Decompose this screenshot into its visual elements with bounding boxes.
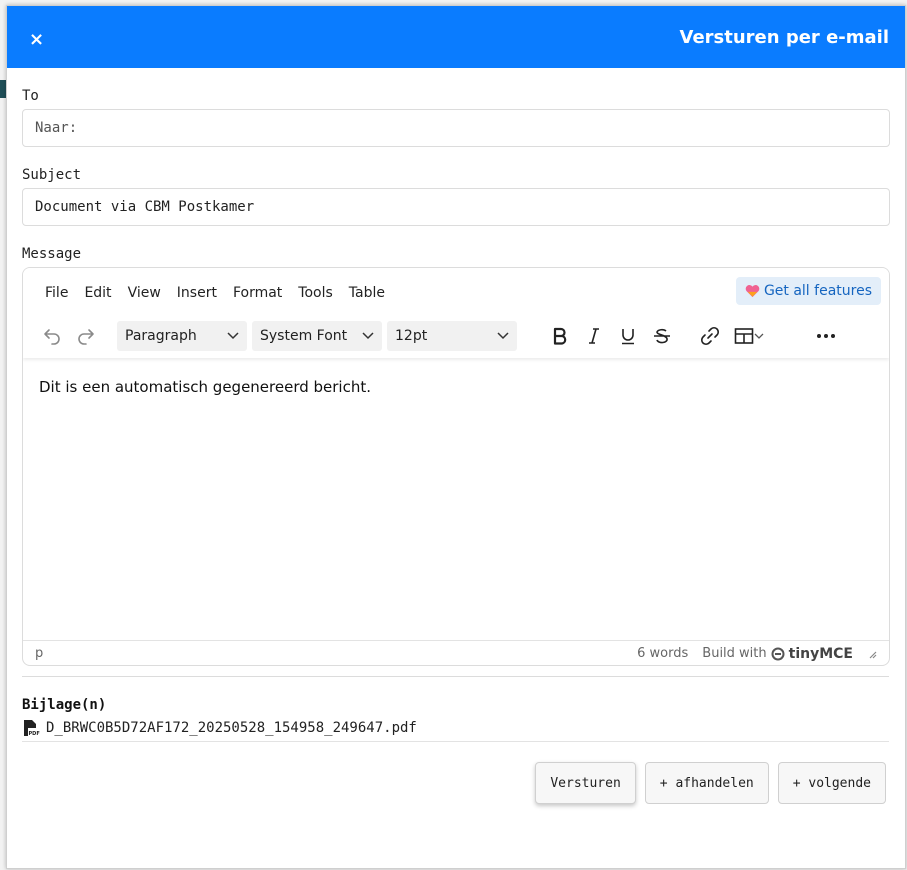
bold-button[interactable]	[543, 320, 577, 352]
underline-icon	[622, 329, 634, 345]
redo-icon	[78, 329, 94, 345]
editor-toolbar: Paragraph System Font 12pt	[23, 316, 889, 356]
to-input[interactable]	[22, 109, 890, 147]
chevron-down-icon	[227, 332, 239, 340]
menu-tools[interactable]: Tools	[290, 281, 341, 305]
bold-icon	[553, 327, 567, 345]
resize-icon[interactable]	[867, 649, 877, 659]
message-label: Message	[22, 246, 82, 262]
editor-menubar: File Edit View Insert Format Tools Table…	[23, 268, 889, 316]
menu-table[interactable]: Table	[341, 281, 393, 305]
redo-button[interactable]	[69, 320, 103, 352]
block-format-value: Paragraph	[125, 328, 197, 344]
chevron-down-icon	[497, 332, 509, 340]
table-icon	[734, 328, 754, 344]
underline-button[interactable]	[611, 320, 645, 352]
menu-insert[interactable]: Insert	[169, 281, 225, 305]
get-all-features-button[interactable]: Get all features	[735, 277, 881, 305]
link-button[interactable]	[693, 320, 727, 352]
powered-by[interactable]: Build with tinyMCE	[702, 646, 853, 662]
send-button[interactable]: Versturen	[535, 762, 636, 804]
close-button[interactable]: ×	[29, 29, 44, 50]
attachments-label: Bijlage(n)	[22, 697, 107, 713]
get-all-features-label: Get all features	[763, 283, 872, 299]
dialog-title: Versturen per e-mail	[679, 26, 890, 48]
heart-icon	[745, 285, 760, 298]
element-path[interactable]: p	[35, 646, 43, 661]
strikethrough-icon	[654, 328, 670, 344]
status-right: 6 words Build with tinyMCE	[637, 646, 877, 662]
editor-header: File Edit View Insert Format Tools Table…	[23, 268, 889, 358]
close-icon: ×	[29, 28, 45, 50]
link-icon	[700, 326, 720, 346]
pdf-icon: PDF	[24, 720, 40, 737]
divider	[22, 741, 889, 742]
to-label: To	[22, 88, 39, 104]
undo-icon	[44, 329, 60, 345]
editor-content[interactable]: Dit is een automatisch gegenereerd beric…	[23, 358, 889, 640]
strikethrough-button[interactable]	[645, 320, 679, 352]
more-button[interactable]	[809, 320, 843, 352]
subject-input[interactable]	[22, 188, 890, 226]
italic-icon	[589, 328, 599, 344]
menu-view[interactable]: View	[120, 281, 169, 305]
undo-button[interactable]	[35, 320, 69, 352]
dialog-body: To Subject Message File Edit View Insert…	[7, 88, 905, 804]
editor-paragraph: Dit is een automatisch gegenereerd beric…	[39, 378, 372, 396]
editor-statusbar: p 6 words Build with tinyMCE	[23, 640, 889, 665]
font-family-value: System Font	[260, 328, 348, 344]
svg-text:PDF: PDF	[29, 731, 40, 737]
chevron-down-icon	[362, 332, 374, 340]
send-and-next-button[interactable]: + volgende	[777, 762, 886, 804]
italic-button[interactable]	[577, 320, 611, 352]
font-size-select[interactable]: 12pt	[387, 321, 517, 351]
font-family-select[interactable]: System Font	[252, 321, 382, 351]
subject-label: Subject	[22, 167, 82, 183]
menu-format[interactable]: Format	[225, 281, 290, 305]
chevron-down-icon	[754, 333, 764, 339]
attachment-filename: D_BRWC0B5D72AF172_20250528_154958_249647…	[46, 720, 417, 736]
build-with-label: Build with	[702, 646, 767, 661]
brand-name: tinyMCE	[788, 645, 853, 662]
email-dialog: × Versturen per e-mail To Subject Messag…	[6, 5, 906, 869]
divider	[22, 676, 889, 677]
menu-file[interactable]: File	[37, 281, 76, 305]
rich-text-editor: File Edit View Insert Format Tools Table…	[22, 267, 890, 666]
action-bar: Versturen + afhandelen + volgende	[22, 762, 889, 804]
tinymce-logo-icon	[771, 647, 785, 660]
font-size-value: 12pt	[395, 328, 428, 344]
attachment-item[interactable]: PDF D_BRWC0B5D72AF172_20250528_154958_24…	[22, 719, 889, 737]
menu-edit[interactable]: Edit	[76, 281, 119, 305]
send-and-handle-button[interactable]: + afhandelen	[644, 762, 769, 804]
word-count[interactable]: 6 words	[637, 646, 688, 661]
more-icon	[817, 334, 835, 338]
block-format-select[interactable]: Paragraph	[117, 321, 247, 351]
table-button[interactable]	[727, 320, 771, 352]
dialog-header: × Versturen per e-mail	[7, 6, 905, 68]
